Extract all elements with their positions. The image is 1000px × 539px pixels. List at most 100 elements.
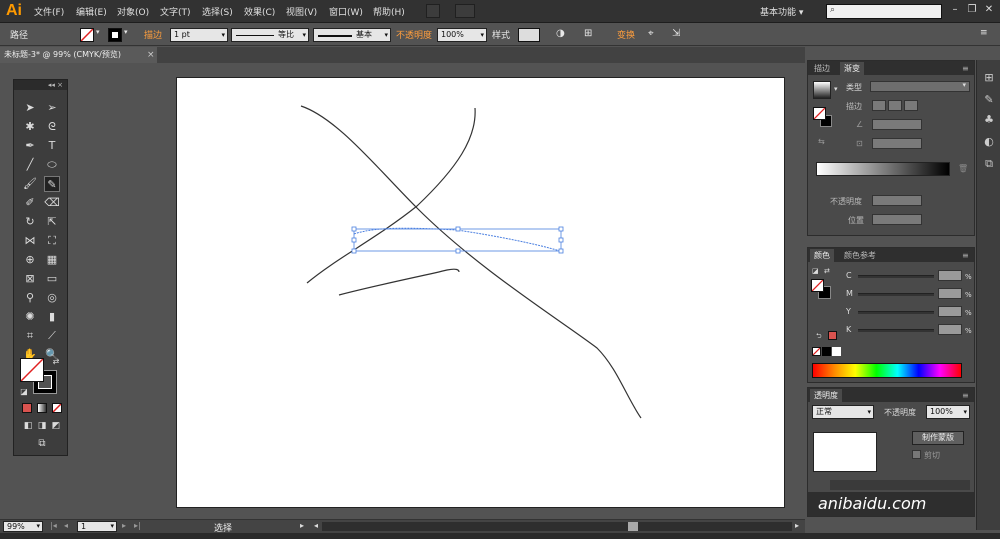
short-stroke[interactable] (338, 268, 460, 296)
stroke-within-button[interactable] (872, 100, 886, 111)
stroke-swatch[interactable] (108, 28, 122, 42)
scroll-right-icon[interactable]: ▸ (795, 521, 799, 530)
variable-width-profile-select[interactable]: 等比 ▾ (231, 28, 309, 42)
panel-menu-icon[interactable]: ≡ (958, 389, 973, 402)
search-input[interactable] (826, 4, 942, 19)
menu-type[interactable]: 文字(T) (160, 5, 191, 18)
aspect-ratio-field[interactable] (872, 138, 922, 149)
none-swatch[interactable] (812, 347, 821, 356)
scroll-left-icon[interactable]: ◂ (314, 521, 318, 530)
menu-help[interactable]: 帮助(H) (373, 5, 405, 18)
blend-tool-icon[interactable]: ◎ (44, 290, 60, 306)
make-mask-button[interactable]: 制作蒙版 (912, 431, 964, 445)
gradient-mode-button[interactable] (37, 403, 47, 413)
menu-window[interactable]: 窗口(W) (329, 5, 363, 18)
opacity-field[interactable]: 100% ▾ (437, 28, 487, 42)
stop-location-field[interactable] (872, 214, 922, 225)
type-tool-icon[interactable]: T (44, 138, 60, 154)
slice-tool-icon[interactable]: ⟋ (44, 328, 60, 344)
gradient-slider[interactable] (816, 162, 950, 176)
symbols-icon[interactable]: ♣ (981, 112, 997, 128)
last-color-swatch[interactable] (828, 331, 837, 340)
chevron-down-icon[interactable]: ▾ (96, 28, 100, 36)
default-fill-stroke-icon[interactable]: ◪ (16, 384, 32, 400)
transform-label[interactable]: 变换 (617, 28, 635, 41)
none-mode-button[interactable] (52, 403, 62, 413)
magic-wand-tool-icon[interactable]: ✱ (22, 119, 38, 135)
paintbrush-tool-icon[interactable]: 🖌 (22, 176, 38, 192)
rotate-tool-icon[interactable]: ↻ (22, 214, 38, 230)
stroke-weight-field[interactable]: 1 pt ▾ (170, 28, 228, 42)
workspace-switcher[interactable]: 基本功能 ▾ (760, 5, 803, 18)
lasso-tool-icon[interactable]: ᘓ (44, 119, 60, 135)
panel-menu-icon[interactable]: ≡ (958, 62, 973, 75)
line-tool-icon[interactable]: ╱ (22, 157, 38, 173)
panel-options-icon[interactable]: ⇲ (672, 28, 680, 39)
fill-swatch[interactable] (80, 28, 94, 42)
document-tab[interactable]: 未标题-3* @ 99% (CMYK/预览) (0, 47, 157, 63)
artboard-tool-icon[interactable]: ⌗ (22, 328, 38, 344)
direct-selection-tool-icon[interactable]: ➢ (44, 100, 60, 116)
next-artboard-icon[interactable]: ▸ (122, 521, 126, 530)
zoom-select[interactable]: 99% ▾ (3, 521, 43, 532)
brushes-icon[interactable]: ✎ (981, 92, 997, 108)
brush-definition-select[interactable]: 基本 ▾ (313, 28, 391, 42)
arrange-documents-button[interactable] (455, 4, 475, 18)
chevron-down-icon[interactable]: ▾ (834, 85, 838, 93)
black-swatch[interactable] (822, 347, 831, 356)
shape-builder-tool-icon[interactable]: ⊕ (22, 252, 38, 268)
menu-view[interactable]: 视图(V) (286, 5, 317, 18)
bridge-button[interactable] (426, 4, 440, 18)
align-to-icon[interactable]: ⊞ (584, 28, 592, 39)
graphic-styles-icon[interactable]: ◐ (981, 134, 997, 150)
isolate-object-icon[interactable]: ⌖ (648, 28, 654, 39)
tools-panel-header[interactable]: ◂◂ × (14, 80, 67, 90)
menu-edit[interactable]: 编辑(E) (76, 5, 107, 18)
previous-artboard-icon[interactable]: ◂ (64, 521, 68, 530)
color-mode-button[interactable] (22, 403, 32, 413)
screen-mode-icon[interactable]: ⧉ (34, 436, 50, 452)
mesh-tool-icon[interactable]: ⊠ (22, 271, 38, 287)
horizontal-scrollbar[interactable] (322, 522, 792, 531)
eraser-tool-icon[interactable]: ⌫ (44, 195, 60, 211)
width-tool-icon[interactable]: ⋈ (22, 233, 38, 249)
tab-transparency[interactable]: 透明度 (810, 389, 842, 402)
channel-k-slider[interactable] (858, 329, 934, 332)
color-spectrum-bar[interactable] (812, 363, 962, 378)
channel-y-slider[interactable] (858, 311, 934, 314)
stop-opacity-field[interactable] (872, 195, 922, 206)
chevron-down-icon[interactable]: ▾ (124, 28, 128, 36)
gradient-type-select[interactable]: ▾ (870, 81, 970, 92)
out-of-gamut-icon[interactable]: ⮌ (816, 332, 822, 343)
channel-k-field[interactable] (938, 324, 962, 335)
pencil-tool-icon[interactable]: ✎ (44, 176, 60, 192)
tab-color[interactable]: 颜色 (810, 249, 834, 262)
channel-m-field[interactable] (938, 288, 962, 299)
symbol-sprayer-tool-icon[interactable]: ✺ (22, 309, 38, 325)
artboard-number-select[interactable]: 1 ▾ (77, 521, 117, 532)
menu-object[interactable]: 对象(O) (117, 5, 149, 18)
scrollbar-thumb[interactable] (628, 522, 638, 531)
selection-tool-icon[interactable]: ➤ (22, 100, 38, 116)
swatches-icon[interactable]: ⊞ (981, 70, 997, 86)
control-menu-icon[interactable]: ≡ (980, 28, 988, 38)
gradient-fill-box[interactable] (813, 107, 826, 120)
selected-path[interactable] (353, 227, 561, 252)
scale-tool-icon[interactable]: ⇱ (44, 214, 60, 230)
stroke-along-button[interactable] (888, 100, 902, 111)
layers-icon[interactable]: ⧉ (981, 156, 997, 172)
channel-m-slider[interactable] (858, 293, 934, 296)
eyedropper-tool-icon[interactable]: ⚲ (22, 290, 38, 306)
swap-fill-stroke-icon[interactable]: ⇄ (48, 354, 64, 370)
menu-effect[interactable]: 效果(C) (244, 5, 275, 18)
stroke-across-button[interactable] (904, 100, 918, 111)
draw-inside-icon[interactable]: ◩ (48, 418, 64, 434)
panel-menu-icon[interactable]: ≡ (958, 249, 973, 262)
white-swatch[interactable] (832, 347, 841, 356)
default-colors-icon[interactable]: ◪ (812, 267, 819, 275)
first-artboard-icon[interactable]: |◂ (50, 521, 57, 530)
free-transform-tool-icon[interactable]: ⛶ (44, 233, 60, 249)
ellipse-tool-icon[interactable]: ⬭ (44, 157, 60, 173)
menu-select[interactable]: 选择(S) (202, 5, 233, 18)
status-menu-icon[interactable]: ▸ (300, 521, 304, 530)
